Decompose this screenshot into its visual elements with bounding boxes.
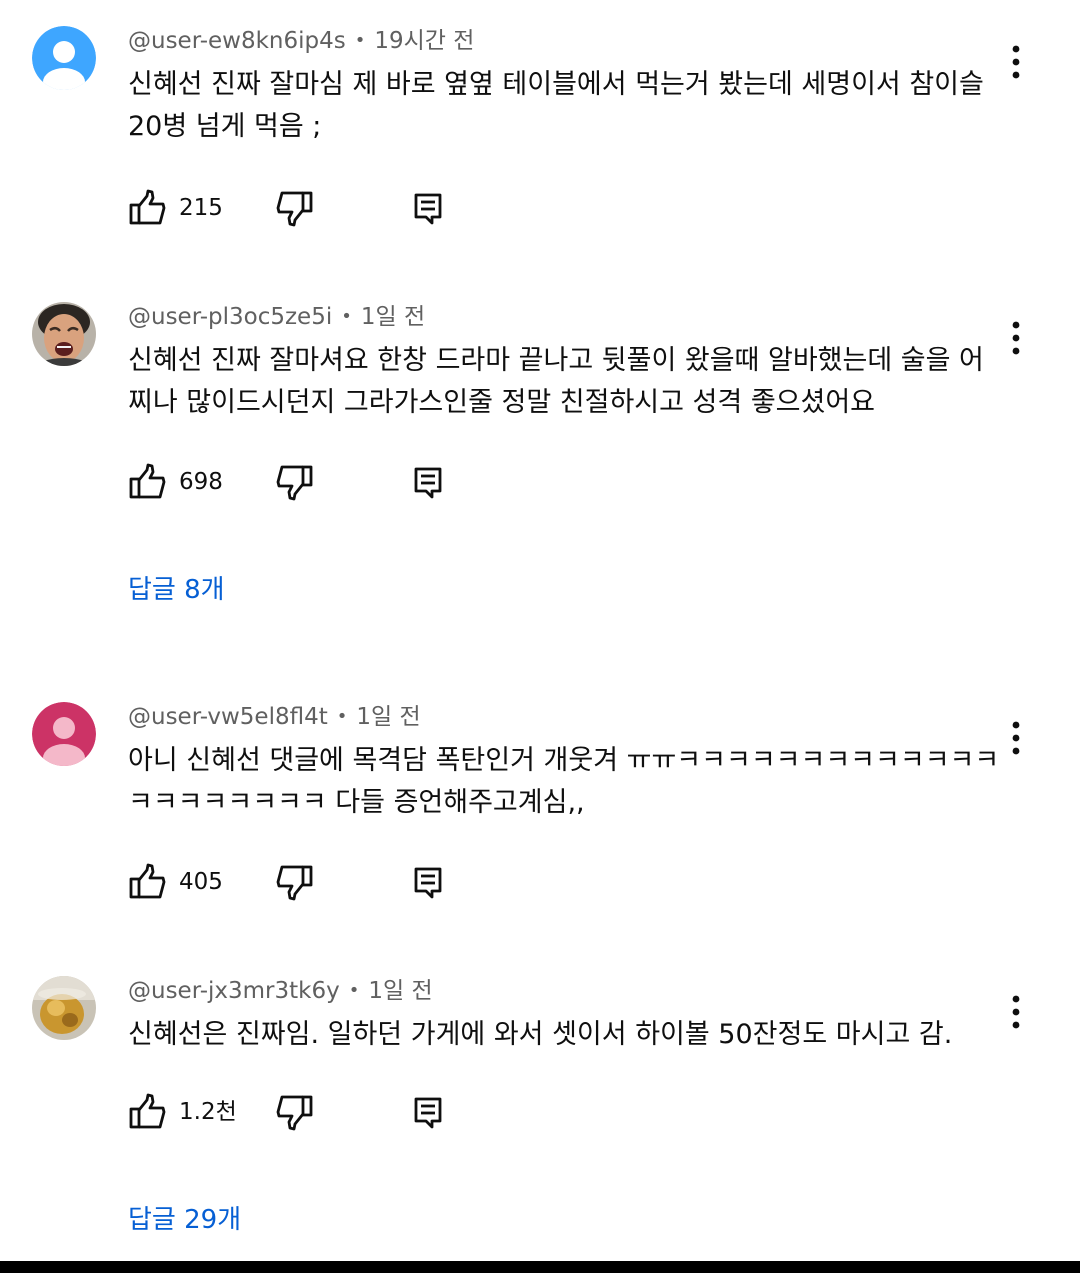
thumbs-down-icon[interactable] [274, 462, 314, 502]
avatar[interactable] [32, 302, 96, 366]
like-count: 698 [179, 469, 223, 495]
like-count: 405 [179, 869, 223, 895]
comment-author[interactable]: @user-jx3mr3tk6y [128, 978, 340, 1004]
comment-author[interactable]: @user-ew8kn6ip4s [128, 28, 346, 54]
comment-time[interactable]: 19시간 전 [374, 28, 474, 54]
view-replies-link[interactable]: 답글 8개 [128, 572, 225, 608]
more-vertical-icon[interactable] [996, 718, 1036, 758]
like-count: 1.2천 [179, 1099, 237, 1125]
comment-author[interactable]: @user-vw5el8fl4t [128, 704, 328, 730]
like-count: 215 [179, 195, 223, 221]
thumbs-down-icon[interactable] [274, 862, 314, 902]
view-replies-link[interactable]: 답글 29개 [128, 1202, 241, 1238]
meta-separator: • [336, 706, 348, 727]
reply-comment-icon[interactable] [408, 462, 448, 502]
thumbs-down-icon[interactable] [274, 188, 314, 228]
bottom-edge-bar [0, 1261, 1080, 1273]
comment-meta: @user-pl3oc5ze5i • 1일 전 [128, 302, 425, 332]
avatar[interactable] [32, 702, 96, 766]
reply-comment-icon[interactable] [408, 1092, 448, 1132]
more-vertical-icon[interactable] [996, 42, 1036, 82]
comment-text: 신혜선 진짜 잘마셔요 한창 드라마 끝나고 뒷풀이 왔을때 알바했는데 술을 … [128, 345, 984, 418]
reply-comment-icon[interactable] [408, 862, 448, 902]
avatar[interactable] [32, 26, 96, 90]
thumbs-down-icon[interactable] [274, 1092, 314, 1132]
meta-separator: • [341, 306, 352, 327]
meta-separator: • [348, 980, 360, 1001]
thumbs-up-icon[interactable] [128, 862, 168, 902]
comment-text: 신혜선 진짜 잘마심 제 바로 옆옆 테이블에서 먹는거 봤는데 세명이서 참이… [128, 69, 984, 142]
comment-time[interactable]: 1일 전 [361, 304, 425, 330]
reply-comment-icon[interactable] [408, 188, 448, 228]
comment-text: 아니 신혜선 댓글에 목격담 폭탄인거 개웃겨 ㅠㅠㅋㅋㅋㅋㅋㅋㅋㅋㅋㅋㅋㅋㅋㅋ… [128, 745, 1000, 818]
comment-time[interactable]: 1일 전 [368, 978, 432, 1004]
more-vertical-icon[interactable] [996, 318, 1036, 358]
avatar[interactable] [32, 976, 96, 1040]
comment-meta: @user-ew8kn6ip4s • 19시간 전 [128, 26, 474, 56]
comment-time[interactable]: 1일 전 [356, 704, 420, 730]
comment-meta: @user-jx3mr3tk6y • 1일 전 [128, 976, 433, 1006]
thumbs-up-icon[interactable] [128, 1092, 168, 1132]
thumbs-up-icon[interactable] [128, 188, 168, 228]
more-vertical-icon[interactable] [996, 992, 1036, 1032]
comment-text: 신혜선은 진짜임. 일하던 가게에 와서 셋이서 하이볼 50잔정도 마시고 감… [128, 1019, 953, 1050]
thumbs-up-icon[interactable] [128, 462, 168, 502]
meta-separator: • [354, 30, 366, 51]
comment-author[interactable]: @user-pl3oc5ze5i [128, 304, 332, 330]
comment-meta: @user-vw5el8fl4t • 1일 전 [128, 702, 421, 732]
